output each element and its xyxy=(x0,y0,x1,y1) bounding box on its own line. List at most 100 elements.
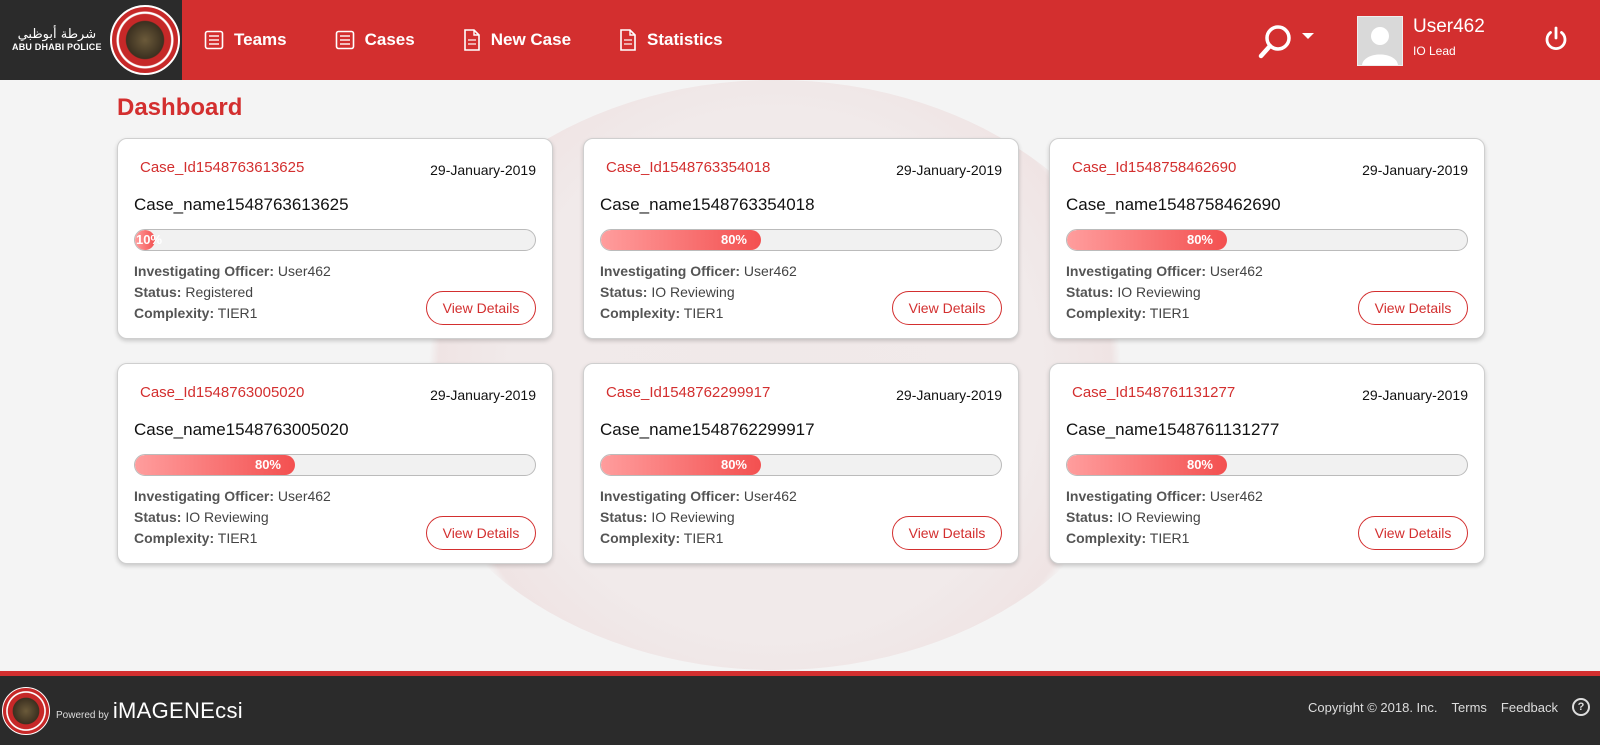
case-card: Case_Id1548763354018 29-January-2019 Cas… xyxy=(583,138,1019,339)
nav-item-label: New Case xyxy=(490,30,572,49)
list-icon xyxy=(335,30,354,50)
case-name: Case_name1548763613625 xyxy=(134,195,349,214)
case-id-link[interactable]: Case_Id1548762299917 xyxy=(606,384,770,401)
case-progress-bar: 80% xyxy=(600,229,1002,251)
police-emblem-icon xyxy=(109,5,180,75)
complexity-value: TIER1 xyxy=(1149,530,1190,546)
case-meta: Investigating Officer: User462 Status: I… xyxy=(1066,486,1263,549)
case-progress-fill: 80% xyxy=(1067,455,1227,475)
case-name: Case_name1548758462690 xyxy=(1066,195,1281,214)
officer-value: User462 xyxy=(1209,263,1263,279)
user-name: User462 xyxy=(1413,16,1485,37)
officer-label: Investigating Officer: xyxy=(134,263,275,279)
status-value: IO Reviewing xyxy=(1117,509,1201,525)
case-progress-bar: 80% xyxy=(600,454,1002,476)
complexity-row: Complexity: TIER1 xyxy=(600,303,797,324)
logo-arabic-text: شرطة أبوظبي xyxy=(17,26,97,42)
status-row: Status: IO Reviewing xyxy=(600,282,797,303)
status-value: Registered xyxy=(185,284,254,300)
view-details-button[interactable]: View Details xyxy=(892,516,1002,550)
case-cards-grid: Case_Id1548763613625 29-January-2019 Cas… xyxy=(117,138,1485,564)
case-card: Case_Id1548758462690 29-January-2019 Cas… xyxy=(1049,138,1485,339)
case-progress-bar: 80% xyxy=(1066,454,1468,476)
officer-label: Investigating Officer: xyxy=(1066,488,1207,504)
logo-text: شرطة أبوظبي ABU DHABI POLICE xyxy=(12,27,102,53)
logo-english-text: ABU DHABI POLICE xyxy=(12,42,102,53)
feedback-link[interactable]: Feedback xyxy=(1501,700,1558,715)
view-details-button[interactable]: View Details xyxy=(426,516,536,550)
case-name: Case_name1548761131277 xyxy=(1066,420,1280,439)
complexity-label: Complexity: xyxy=(1066,305,1147,321)
case-id-link[interactable]: Case_Id1548758462690 xyxy=(1072,159,1236,176)
main-nav: Teams Cases New Case Statistics xyxy=(204,29,771,51)
view-details-button[interactable]: View Details xyxy=(892,291,1002,325)
police-emblem-icon xyxy=(2,686,50,735)
case-id-link[interactable]: Case_Id1548763005020 xyxy=(140,384,304,401)
officer-row: Investigating Officer: User462 xyxy=(600,261,797,282)
nav-item-cases[interactable]: Cases xyxy=(335,29,415,51)
status-row: Status: Registered xyxy=(134,282,331,303)
nav-item-statistics[interactable]: Statistics xyxy=(619,29,723,51)
case-date: 29-January-2019 xyxy=(896,387,1002,403)
case-progress-bar: 80% xyxy=(1066,229,1468,251)
complexity-label: Complexity: xyxy=(600,530,681,546)
case-date: 29-January-2019 xyxy=(1362,387,1468,403)
case-id-link[interactable]: Case_Id1548761131277 xyxy=(1072,384,1235,401)
case-meta: Investigating Officer: User462 Status: I… xyxy=(600,486,797,549)
case-name: Case_name1548763005020 xyxy=(134,420,349,439)
status-label: Status: xyxy=(1066,509,1114,525)
complexity-row: Complexity: TIER1 xyxy=(1066,303,1263,324)
officer-row: Investigating Officer: User462 xyxy=(134,486,331,507)
case-id-link[interactable]: Case_Id1548763613625 xyxy=(140,159,304,176)
search-icon xyxy=(1258,25,1291,59)
user-role: IO Lead xyxy=(1413,44,1456,58)
case-card: Case_Id1548763613625 29-January-2019 Cas… xyxy=(117,138,553,339)
copyright-text: Copyright © 2018. Inc. xyxy=(1307,699,1438,715)
case-date: 29-January-2019 xyxy=(1362,162,1468,178)
officer-label: Investigating Officer: xyxy=(600,263,741,279)
user-info: User462 IO Lead xyxy=(1413,16,1485,58)
logout-button[interactable] xyxy=(1543,26,1569,57)
document-icon xyxy=(463,29,480,51)
case-progress-fill: 80% xyxy=(135,455,295,475)
help-icon[interactable]: ? xyxy=(1572,698,1590,716)
status-label: Status: xyxy=(134,509,182,525)
complexity-value: TIER1 xyxy=(683,530,724,546)
view-details-button[interactable]: View Details xyxy=(1358,516,1468,550)
view-details-button[interactable]: View Details xyxy=(426,291,536,325)
case-card: Case_Id1548762299917 29-January-2019 Cas… xyxy=(583,363,1019,564)
footer-links: Copyright © 2018. Inc. Terms Feedback ? xyxy=(1294,698,1590,716)
case-progress-fill: 80% xyxy=(1067,230,1227,250)
case-date: 29-January-2019 xyxy=(430,387,536,403)
nav-item-new-case[interactable]: New Case xyxy=(463,29,571,51)
officer-row: Investigating Officer: User462 xyxy=(134,261,331,282)
status-label: Status: xyxy=(600,509,648,525)
case-progress-fill: 80% xyxy=(601,455,761,475)
logo-area[interactable]: شرطة أبوظبي ABU DHABI POLICE xyxy=(0,0,182,80)
nav-item-teams[interactable]: Teams xyxy=(204,29,287,51)
officer-value: User462 xyxy=(743,488,797,504)
officer-value: User462 xyxy=(743,263,797,279)
avatar xyxy=(1357,16,1403,66)
status-row: Status: IO Reviewing xyxy=(1066,282,1263,303)
terms-link[interactable]: Terms xyxy=(1452,700,1487,715)
case-progress-fill: 10% xyxy=(135,230,162,250)
officer-label: Investigating Officer: xyxy=(134,488,275,504)
case-id-link[interactable]: Case_Id1548763354018 xyxy=(606,159,770,176)
status-row: Status: IO Reviewing xyxy=(1066,507,1263,528)
case-progress-fill: 80% xyxy=(601,230,761,250)
view-details-button[interactable]: View Details xyxy=(1358,291,1468,325)
case-name: Case_name1548763354018 xyxy=(600,195,815,214)
case-meta: Investigating Officer: User462 Status: I… xyxy=(1066,261,1263,324)
user-profile[interactable]: User462 IO Lead xyxy=(1357,16,1485,66)
status-value: IO Reviewing xyxy=(1117,284,1201,300)
case-card: Case_Id1548763005020 29-January-2019 Cas… xyxy=(117,363,553,564)
complexity-label: Complexity: xyxy=(134,305,215,321)
search-dropdown-button[interactable] xyxy=(1258,24,1314,60)
status-value: IO Reviewing xyxy=(651,284,735,300)
nav-item-label: Cases xyxy=(364,30,415,49)
complexity-row: Complexity: TIER1 xyxy=(134,528,331,549)
case-date: 29-January-2019 xyxy=(896,162,1002,178)
case-progress-bar: 80% xyxy=(134,454,536,476)
list-icon xyxy=(204,30,224,50)
